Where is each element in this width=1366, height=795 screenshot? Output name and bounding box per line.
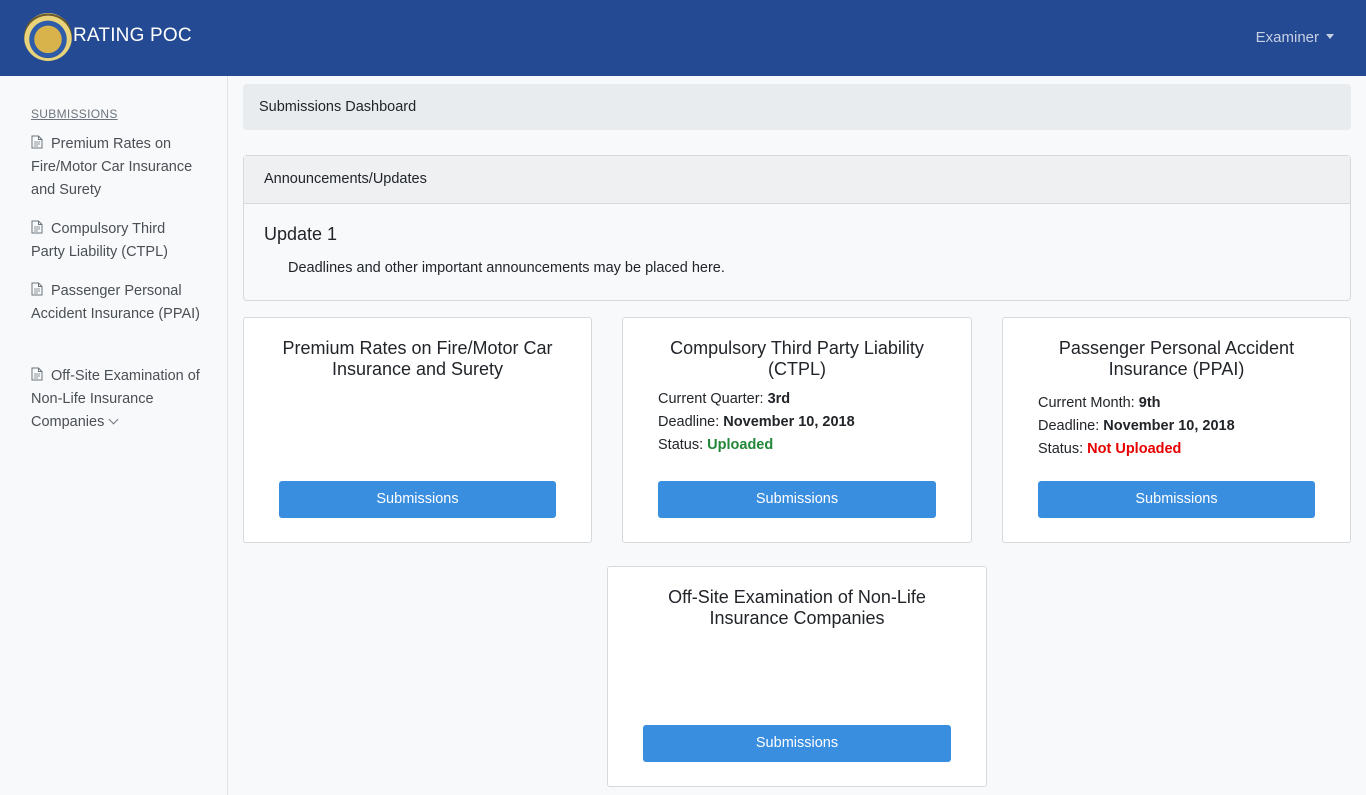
status-row: Status: Uploaded [658,434,855,457]
sidebar-item-ctpl[interactable]: Compulsory Third Party Liability (CTPL) [31,218,201,264]
deadline-row: Deadline: November 10, 2018 [658,411,855,434]
card-ppai: Passenger Personal Accident Insurance (P… [1002,317,1351,543]
deadline-row: Deadline: November 10, 2018 [1038,415,1235,438]
deadline-label: Deadline: [1038,418,1104,434]
card-title: Premium Rates on Fire/Motor Car Insuranc… [282,338,553,379]
submissions-button[interactable]: Submissions [658,481,936,518]
update-title: Update 1 [264,224,338,244]
period-label: Current Quarter: [658,391,768,407]
submissions-button[interactable]: Submissions [279,481,556,518]
card-details: Current Month: 9th Deadline: November 10… [1038,392,1235,461]
period-value: 3rd [767,391,791,407]
submissions-button[interactable]: Submissions [643,725,951,762]
card-title: Compulsory Third Party Liability (CTPL) [670,338,924,379]
deadline-value: November 10, 2018 [723,414,855,430]
card-premium-rates: Premium Rates on Fire/Motor Car Insuranc… [243,317,592,543]
status-row: Status: Not Uploaded [1038,438,1235,461]
period-row: Current Quarter: 3rd [658,388,855,411]
top-navbar: RATING POC Examiner [0,0,1366,76]
card-offsite-exam: Off-Site Examination of Non-Life Insuran… [607,566,987,787]
period-value: 9th [1138,395,1161,411]
document-icon [31,220,43,234]
card-ctpl: Compulsory Third Party Liability (CTPL) … [622,317,972,543]
sidebar-item-label: Premium Rates on Fire/Motor Car Insuranc… [31,136,193,198]
document-icon [31,367,43,381]
seal-logo[interactable] [24,13,72,61]
user-menu-dropdown[interactable]: Examiner [1256,29,1334,46]
deadline-label: Deadline: [658,414,724,430]
document-icon [31,282,43,296]
card-details: Current Quarter: 3rd Deadline: November … [658,388,855,457]
announcements-card: Announcements/Updates Update 1 Deadlines… [243,155,1351,301]
card-title: Off-Site Examination of Non-Life Insuran… [668,587,926,628]
update-body: Deadlines and other important announceme… [288,260,725,276]
brand-title[interactable]: RATING POC [73,25,192,47]
breadcrumb-label[interactable]: Submissions Dashboard [259,99,416,115]
card-title: Passenger Personal Accident Insurance (P… [1058,338,1295,379]
status-label: Status: [1038,441,1088,457]
chevron-down-icon[interactable] [108,414,119,425]
user-menu-label: Examiner [1255,29,1319,46]
period-label: Current Month: [1038,395,1139,411]
sidebar-item-ppai[interactable]: Passenger Personal Accident Insurance (P… [31,280,201,326]
status-value: Not Uploaded [1087,441,1182,457]
status-label: Status: [658,437,708,453]
deadline-value: November 10, 2018 [1103,418,1235,434]
sidebar-item-label: Compulsory Third Party Liability (CTPL) [31,221,168,260]
status-value: Uploaded [707,437,774,453]
submissions-button[interactable]: Submissions [1038,481,1315,518]
caret-down-icon [1326,34,1334,39]
sidebar-item-offsite-exam[interactable]: Off-Site Examination of Non-Life Insuran… [31,365,201,434]
sidebar-item-label: Passenger Personal Accident Insurance (P… [31,283,200,322]
period-row: Current Month: 9th [1038,392,1235,415]
breadcrumb: Submissions Dashboard [243,84,1351,130]
announcements-header: Announcements/Updates [244,156,1350,204]
sidebar-item-premium-rates[interactable]: Premium Rates on Fire/Motor Car Insuranc… [31,133,201,202]
sidebar: SUBMISSIONS Premium Rates on Fire/Motor … [0,76,228,795]
sidebar-heading[interactable]: SUBMISSIONS [31,107,118,121]
document-icon [31,135,43,149]
